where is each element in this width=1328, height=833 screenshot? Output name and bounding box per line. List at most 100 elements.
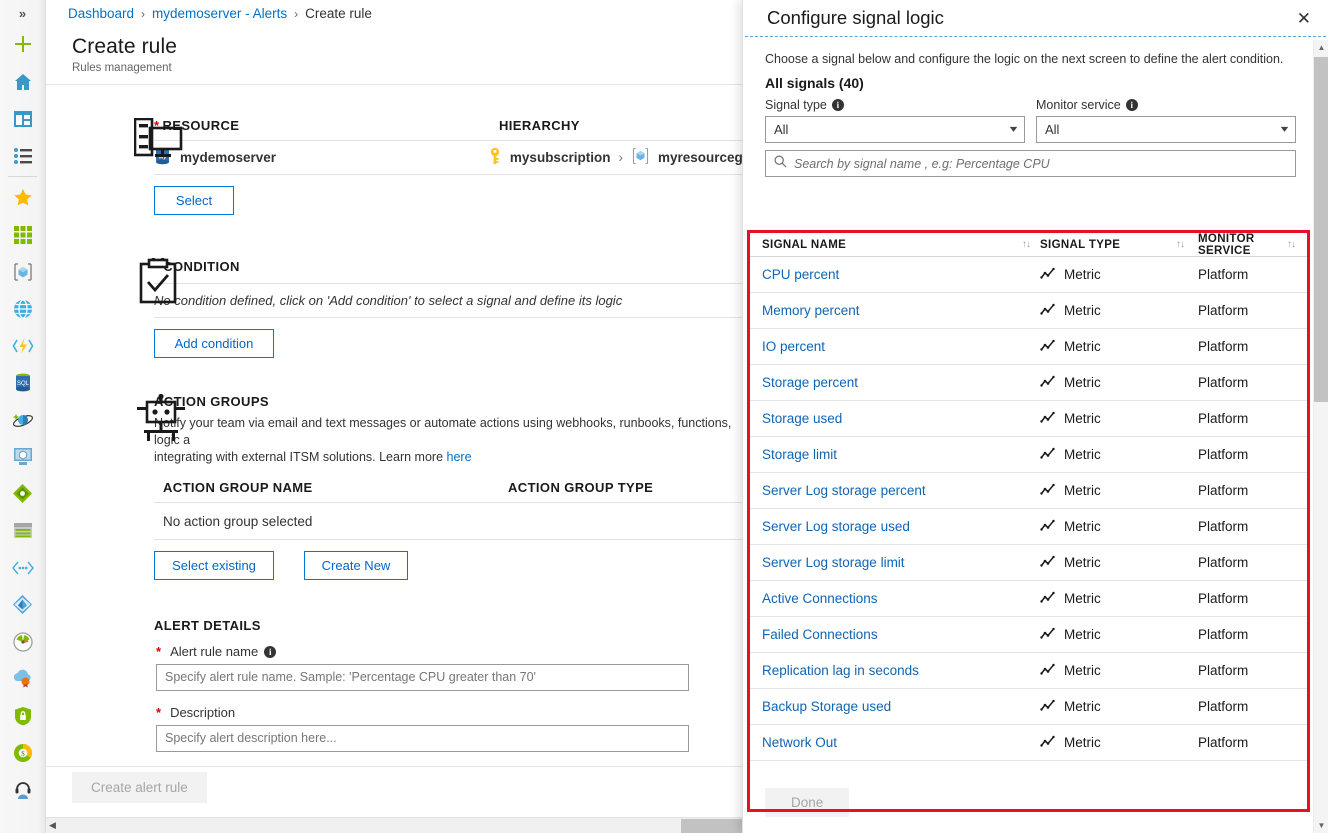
security-center-icon[interactable] (0, 697, 45, 734)
signal-type-text: Metric (1064, 411, 1101, 426)
cost-management-icon[interactable]: $ (0, 734, 45, 771)
vertical-scrollbar-thumb[interactable] (1314, 57, 1328, 402)
signal-name-link[interactable]: Memory percent (762, 303, 1040, 318)
create-alert-rule-button[interactable]: Create alert rule (72, 772, 207, 803)
azure-active-directory-icon[interactable] (0, 586, 45, 623)
table-row[interactable]: Storage used Metric Platform (750, 401, 1307, 437)
done-button[interactable]: Done (765, 787, 850, 817)
search-input[interactable]: Search by signal name , e.g: Percentage … (765, 150, 1296, 177)
resource-section: *RESOURCE HIERARCHY My mydemoserver mysu… (46, 117, 748, 215)
alert-details-section: ALERT DETAILS * Alert rule name i Specif… (46, 618, 748, 752)
sort-icon-signal-name[interactable]: ↑↓ (1022, 239, 1031, 250)
storage-accounts-icon[interactable] (0, 512, 45, 549)
condition-empty-text: No condition defined, click on 'Add cond… (154, 293, 623, 308)
add-condition-button[interactable]: Add condition (154, 329, 274, 358)
blade-content: *RESOURCE HIERARCHY My mydemoserver mysu… (46, 76, 748, 766)
horizontal-scrollbar[interactable]: ◀ (46, 817, 748, 833)
signal-type-select[interactable]: All ▾ (765, 116, 1025, 143)
rail-divider (8, 176, 37, 177)
table-row[interactable]: Server Log storage limit Metric Platform (750, 545, 1307, 581)
advisor-icon[interactable] (0, 660, 45, 697)
select-resource-button[interactable]: Select (154, 186, 234, 215)
action-groups-description-2: integrating with external ITSM solutions… (154, 450, 447, 464)
signal-name-link[interactable]: Active Connections (762, 591, 1040, 606)
signal-name-link[interactable]: Server Log storage used (762, 519, 1040, 534)
signal-type-text: Metric (1064, 627, 1101, 642)
signal-name-link[interactable]: IO percent (762, 339, 1040, 354)
table-row[interactable]: IO percent Metric Platform (750, 329, 1307, 365)
virtual-networks-icon[interactable] (0, 549, 45, 586)
signal-name-link[interactable]: Storage percent (762, 375, 1040, 390)
alert-description-input[interactable]: Specify alert description here... (156, 725, 689, 752)
sort-icon-signal-type[interactable]: ↑↓ (1176, 239, 1185, 250)
scroll-down-arrow-icon[interactable]: ▼ (1314, 818, 1328, 833)
learn-more-link[interactable]: here (447, 450, 472, 464)
table-row[interactable]: Storage limit Metric Platform (750, 437, 1307, 473)
alert-details-label: ALERT DETAILS (154, 618, 261, 633)
nav-collapse-button[interactable]: » (0, 0, 45, 26)
signal-name-link[interactable]: Replication lag in seconds (762, 663, 1040, 678)
metric-line-icon (1040, 519, 1055, 534)
alert-rule-name-input[interactable]: Specify alert rule name. Sample: 'Percen… (156, 664, 689, 691)
app-services-icon[interactable] (0, 290, 45, 327)
close-icon[interactable]: ✕ (1292, 7, 1316, 30)
signal-name-link[interactable]: Storage used (762, 411, 1040, 426)
all-resources-icon[interactable] (0, 216, 45, 253)
signal-name-link[interactable]: CPU percent (762, 267, 1040, 282)
table-row[interactable]: Network Out Metric Platform (750, 725, 1307, 761)
monitor-service-cell: Platform (1198, 447, 1249, 462)
table-row[interactable]: Storage percent Metric Platform (750, 365, 1307, 401)
azure-cosmos-db-icon[interactable] (0, 401, 45, 438)
signal-name-link[interactable]: Failed Connections (762, 627, 1040, 642)
sql-databases-icon[interactable]: SQL (0, 364, 45, 401)
table-row[interactable]: Active Connections Metric Platform (750, 581, 1307, 617)
resource-row: My mydemoserver mysubscription › myresou… (154, 141, 748, 175)
signal-name-link[interactable]: Network Out (762, 735, 1040, 750)
all-services-icon[interactable] (0, 137, 45, 174)
create-resource-icon[interactable] (0, 26, 45, 63)
metric-line-icon (1040, 555, 1055, 570)
dashboard-icon[interactable] (0, 100, 45, 137)
load-balancers-icon[interactable] (0, 475, 45, 512)
breadcrumb-dashboard[interactable]: Dashboard (68, 6, 134, 21)
signal-name-link[interactable]: Backup Storage used (762, 699, 1040, 714)
resource-groups-icon[interactable] (0, 253, 45, 290)
home-icon[interactable] (0, 63, 45, 100)
monitor-service-info-icon[interactable]: i (1125, 99, 1138, 111)
action-group-name-header: ACTION GROUP NAME (163, 480, 313, 495)
monitor-icon[interactable] (0, 623, 45, 660)
favorites-icon[interactable] (0, 179, 45, 216)
function-apps-icon[interactable] (0, 327, 45, 364)
monitor-service-label: Monitor service (1036, 98, 1121, 112)
sort-icon-monitor-service[interactable]: ↑↓ (1287, 239, 1296, 250)
scroll-left-arrow-icon[interactable]: ◀ (49, 820, 56, 831)
table-row[interactable]: Failed Connections Metric Platform (750, 617, 1307, 653)
table-row[interactable]: Memory percent Metric Platform (750, 293, 1307, 329)
signals-table-header: SIGNAL NAME ↑↓ SIGNAL TYPE ↑↓ MONITOR SE… (750, 233, 1307, 257)
search-icon (774, 154, 787, 173)
monitor-service-cell: Platform (1198, 519, 1249, 534)
vertical-scrollbar[interactable]: ▲ ▼ (1313, 40, 1328, 833)
table-row[interactable]: Server Log storage used Metric Platform (750, 509, 1307, 545)
info-icon[interactable]: i (264, 645, 277, 658)
virtual-machines-icon[interactable] (0, 438, 45, 475)
signal-type-filter: Signal type i All ▾ (765, 98, 1025, 143)
signal-name-link[interactable]: Server Log storage percent (762, 483, 1040, 498)
monitor-service-cell: Platform (1198, 627, 1249, 642)
table-row[interactable]: CPU percent Metric Platform (750, 257, 1307, 293)
select-existing-button[interactable]: Select existing (154, 551, 274, 580)
signal-name-link[interactable]: Storage limit (762, 447, 1040, 462)
breadcrumb-alerts[interactable]: mydemoserver - Alerts (152, 6, 287, 21)
table-row[interactable]: Replication lag in seconds Metric Platform (750, 653, 1307, 689)
horizontal-scrollbar-thumb[interactable] (681, 819, 748, 833)
scroll-up-arrow-icon[interactable]: ▲ (1314, 40, 1328, 55)
blade-footer: Create alert rule (46, 766, 748, 808)
signal-name-link[interactable]: Server Log storage limit (762, 555, 1040, 570)
svg-text:SQL: SQL (16, 381, 29, 387)
table-row[interactable]: Server Log storage percent Metric Platform (750, 473, 1307, 509)
monitor-service-select[interactable]: All ▾ (1036, 116, 1296, 143)
help-support-icon[interactable] (0, 771, 45, 808)
create-new-button[interactable]: Create New (304, 551, 408, 580)
signal-type-info-icon[interactable]: i (831, 99, 844, 111)
table-row[interactable]: Backup Storage used Metric Platform (750, 689, 1307, 725)
